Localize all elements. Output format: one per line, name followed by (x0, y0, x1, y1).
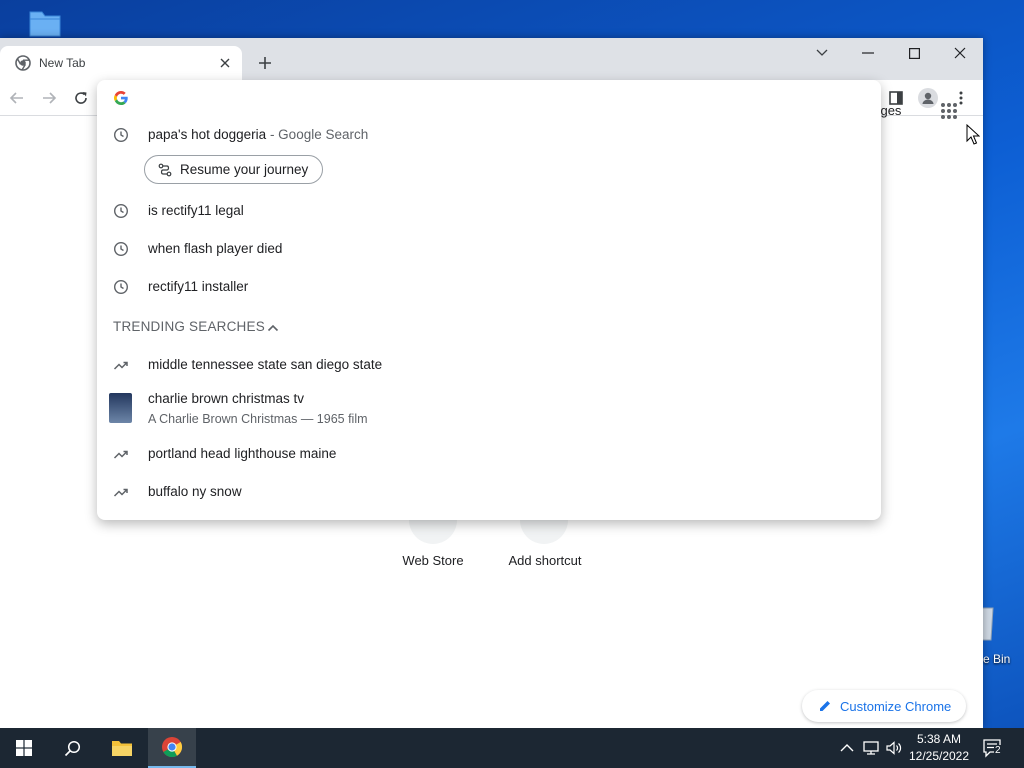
history-suggestion[interactable]: is rectify11 legal (97, 195, 881, 227)
suggestion-text: when flash player died (148, 241, 283, 256)
clock-icon (113, 127, 129, 143)
back-arrow-icon[interactable] (7, 88, 27, 108)
minimize-icon[interactable] (853, 42, 883, 64)
omnibox-dropdown: papa's hot doggeria - Google Search Resu… (97, 80, 881, 520)
taskbar: 5:38 AM 12/25/2022 2 (0, 728, 1024, 768)
google-apps-grid-icon[interactable] (940, 102, 958, 120)
customize-chrome-label: Customize Chrome (840, 698, 952, 714)
trending-arrow-icon (113, 484, 129, 500)
history-suggestion[interactable]: rectify11 installer (97, 271, 881, 303)
trending-suggestion[interactable]: charlie brown christmas tv A Charlie Bro… (97, 383, 881, 427)
resume-journey-chip[interactable]: Resume your journey (144, 155, 323, 184)
history-suggestion[interactable]: when flash player died (97, 233, 881, 265)
profile-avatar-icon[interactable] (918, 88, 938, 108)
journey-icon (158, 163, 172, 177)
clock-icon (113, 279, 129, 295)
volume-icon[interactable] (886, 740, 902, 756)
tab-title: New Tab (39, 56, 86, 70)
omnibox-row (97, 88, 881, 108)
suggestion-suffix: - Google Search (269, 127, 369, 142)
desktop-folder-icon[interactable] (28, 8, 62, 38)
close-window-icon[interactable] (945, 42, 975, 64)
suggestion-text: charlie brown christmas tv (148, 391, 305, 406)
forward-arrow-icon[interactable] (39, 88, 59, 108)
suggestion-text: portland head lighthouse maine (148, 446, 337, 461)
suggestion-text: middle tennessee state san diego state (148, 357, 383, 372)
suggestion-subtitle: A Charlie Brown Christmas — 1965 film (148, 412, 368, 426)
suggestion-text: buffalo ny snow (148, 484, 242, 499)
tab-new-tab[interactable]: New Tab (0, 46, 242, 80)
trending-suggestion[interactable]: portland head lighthouse maine (97, 438, 881, 470)
shortcut-label-web-store[interactable]: Web Store (383, 553, 483, 568)
file-explorer-icon[interactable] (98, 728, 146, 768)
recycle-bin-label[interactable]: e Bin (983, 652, 1010, 666)
chrome-favicon-icon (15, 55, 31, 71)
trending-arrow-icon (113, 446, 129, 462)
trending-arrow-icon (113, 357, 129, 373)
search-icon[interactable] (48, 728, 96, 768)
notification-count-badge: 2 (994, 745, 1002, 756)
new-tab-plus-icon[interactable] (254, 52, 276, 74)
suggestion-text: papa's hot doggeria (148, 127, 267, 142)
suggestion-text: is rectify11 legal (148, 203, 244, 218)
history-suggestion[interactable]: papa's hot doggeria - Google Search (97, 119, 881, 151)
trending-suggestion[interactable]: buffalo ny snow (97, 476, 881, 508)
tab-close-icon[interactable] (216, 54, 234, 72)
address-bar-input[interactable] (145, 88, 845, 108)
clock-time: 5:38 AM (916, 732, 962, 746)
trending-searches-header: TRENDING SEARCHES (113, 319, 265, 334)
reload-icon[interactable] (71, 88, 91, 108)
maximize-icon[interactable] (899, 42, 929, 64)
pencil-icon (818, 699, 832, 713)
taskbar-clock[interactable]: 5:38 AM 12/25/2022 (904, 731, 974, 765)
mouse-cursor-icon (966, 124, 980, 146)
clock-icon (113, 203, 129, 219)
google-g-icon (113, 90, 129, 106)
journey-chip-label: Resume your journey (180, 162, 309, 177)
collapse-chevron-up-icon[interactable] (265, 320, 281, 336)
trending-suggestion[interactable]: middle tennessee state san diego state (97, 349, 881, 381)
show-hidden-icons-chevron-icon[interactable] (839, 740, 855, 756)
clock-date: 12/25/2022 (908, 749, 970, 763)
clock-icon (113, 241, 129, 257)
shortcut-label-add-shortcut[interactable]: Add shortcut (495, 553, 595, 568)
chrome-taskbar-icon[interactable] (148, 728, 196, 768)
customize-chrome-button[interactable]: Customize Chrome (802, 690, 966, 722)
network-icon[interactable] (863, 740, 879, 756)
title-bar[interactable]: New Tab (0, 38, 983, 80)
start-windows-icon[interactable] (0, 728, 48, 768)
tab-search-chevron-icon[interactable] (807, 42, 837, 64)
suggestion-text: rectify11 installer (148, 279, 249, 294)
